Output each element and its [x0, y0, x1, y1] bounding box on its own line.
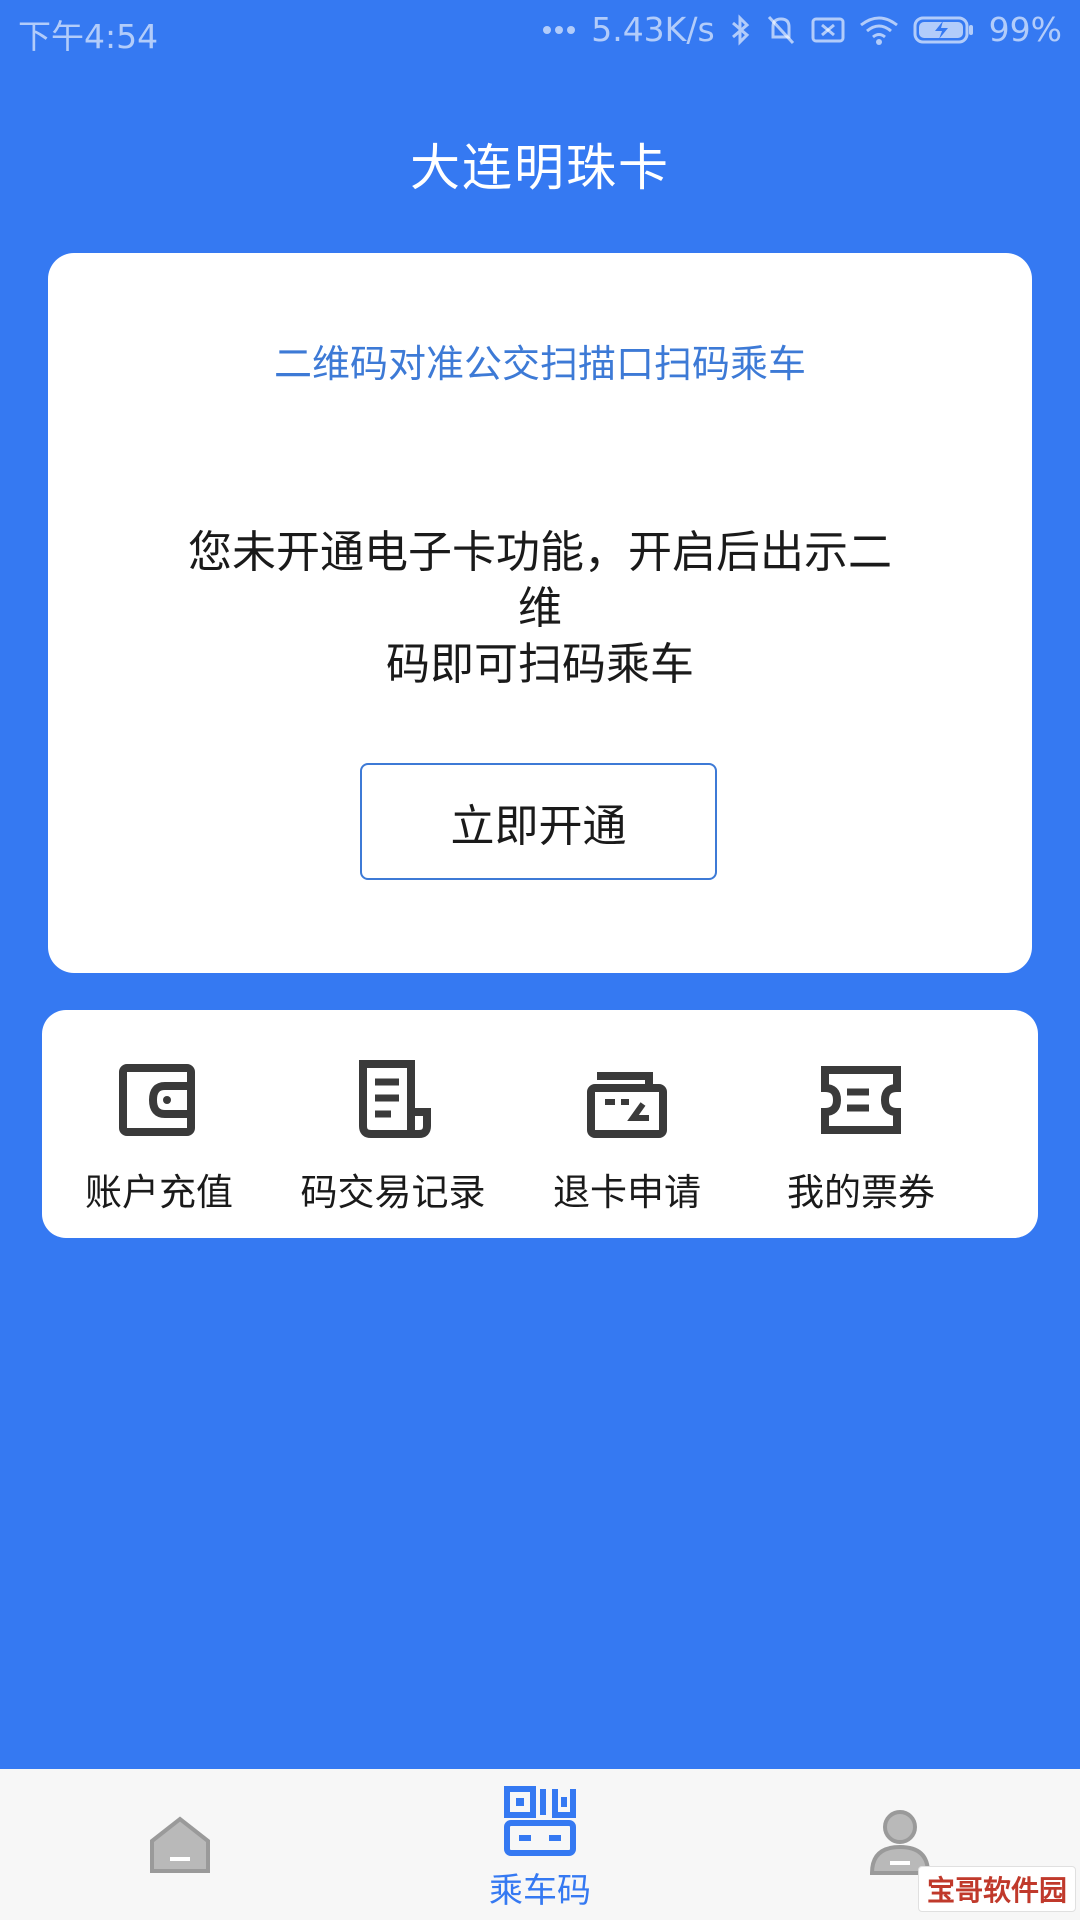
sim-off-icon: [811, 16, 845, 44]
battery-percent: 99%: [988, 10, 1062, 49]
dots-icon: [541, 24, 577, 36]
func-transactions[interactable]: 码交易记录: [276, 1010, 510, 1238]
battery-icon: [913, 15, 975, 45]
net-speed: 5.43K/s: [591, 10, 715, 49]
ride-code-card: 二维码对准公交扫描口扫码乘车 您未开通电子卡功能，开启后出示二维 码即可扫码乘车…: [48, 253, 1032, 973]
function-panel: 账户充值 码交易记录 退卡申请 我的票券: [42, 1010, 1038, 1238]
func-recharge[interactable]: 账户充值: [42, 1010, 276, 1238]
func-tickets[interactable]: 我的票券: [744, 1010, 978, 1238]
receipt-icon: [359, 1060, 431, 1138]
nav-home[interactable]: [130, 1769, 230, 1920]
func-label: 账户充值: [85, 1171, 233, 1214]
notice-line-1: 您未开通电子卡功能，开启后出示二维: [188, 527, 892, 634]
bottom-nav: 乘车码 宝哥软件园: [0, 1769, 1080, 1920]
status-time: 下午4:54: [18, 17, 159, 56]
mute-bell-icon: [765, 13, 797, 47]
scan-hint: 二维码对准公交扫描口扫码乘车: [273, 342, 806, 386]
func-card-refund[interactable]: 退卡申请: [510, 1010, 744, 1238]
wallet-icon: [119, 1064, 195, 1136]
ticket-icon: [821, 1066, 901, 1134]
status-bar: 下午4:54 5.43K/s 99%: [0, 0, 1080, 64]
nav-ride-code[interactable]: 乘车码: [450, 1769, 630, 1920]
wifi-icon: [859, 15, 899, 45]
watermark: 宝哥软件园: [917, 1866, 1076, 1912]
nav-label: 乘车码: [489, 1871, 591, 1911]
page-title: 大连明珠卡: [410, 139, 670, 197]
home-icon: [150, 1816, 210, 1873]
bluetooth-icon: [729, 13, 751, 47]
func-label: 退卡申请: [553, 1171, 701, 1214]
status-icons: 5.43K/s 99%: [541, 10, 1062, 49]
func-label: 我的票券: [787, 1171, 935, 1214]
activate-button[interactable]: 立即开通: [360, 763, 717, 880]
qr-code-icon: [504, 1786, 576, 1856]
card-refund-icon: [587, 1072, 667, 1138]
notice-line-2: 码即可扫码乘车: [386, 639, 694, 690]
func-label: 码交易记录: [300, 1171, 486, 1214]
activation-notice: 您未开通电子卡功能，开启后出示二维 码即可扫码乘车: [168, 525, 912, 693]
